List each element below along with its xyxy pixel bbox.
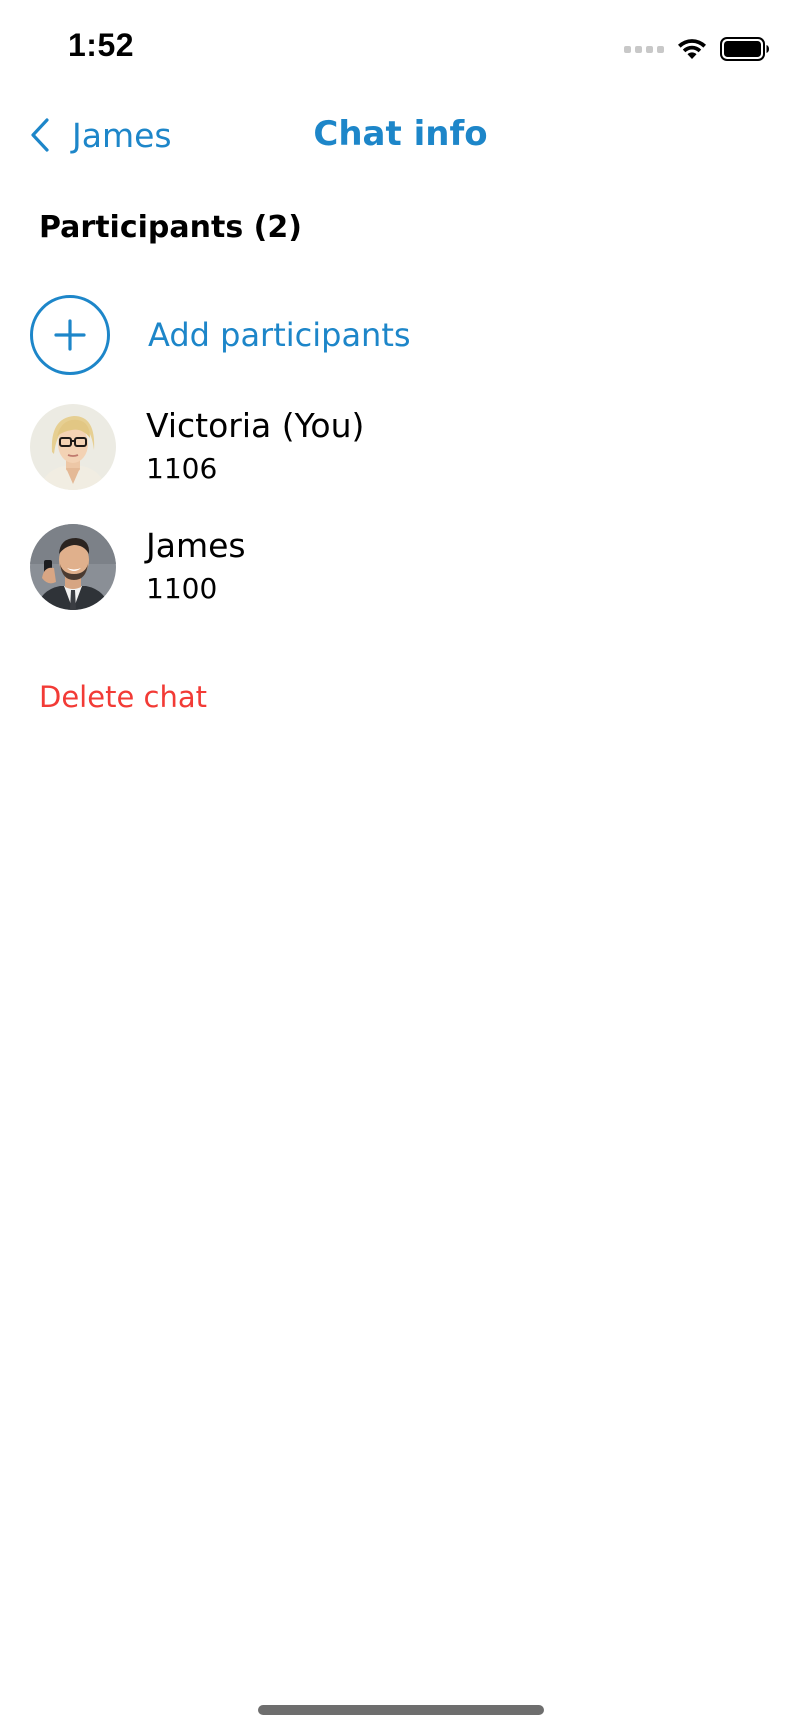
participant-extension: 1106: [146, 452, 218, 485]
home-indicator[interactable]: [258, 1705, 544, 1715]
plus-icon: [54, 319, 86, 351]
avatar: [30, 404, 116, 490]
add-participants-label: Add participants: [148, 316, 411, 354]
add-participant-circle: [30, 295, 110, 375]
navigation-bar: James Chat info: [0, 96, 800, 176]
signal-dots-icon: [624, 45, 664, 53]
participant-row-victoria[interactable]: Victoria (You) 1106: [30, 403, 770, 491]
wifi-icon: [678, 39, 706, 59]
participant-name: Victoria (You): [146, 406, 365, 445]
battery-icon: [720, 37, 769, 61]
add-participants-button[interactable]: Add participants: [30, 292, 770, 378]
page-title: Chat info: [313, 114, 488, 154]
participant-extension: 1100: [146, 572, 218, 605]
status-bar: 1:52: [0, 0, 800, 96]
status-icons: [624, 33, 770, 65]
participant-name: James: [146, 526, 246, 565]
delete-chat-button[interactable]: Delete chat: [39, 680, 207, 714]
avatar: [30, 524, 116, 610]
participant-row-james[interactable]: James 1100: [30, 523, 770, 611]
participants-header: Participants (2): [39, 210, 302, 245]
status-time: 1:52: [68, 27, 135, 63]
